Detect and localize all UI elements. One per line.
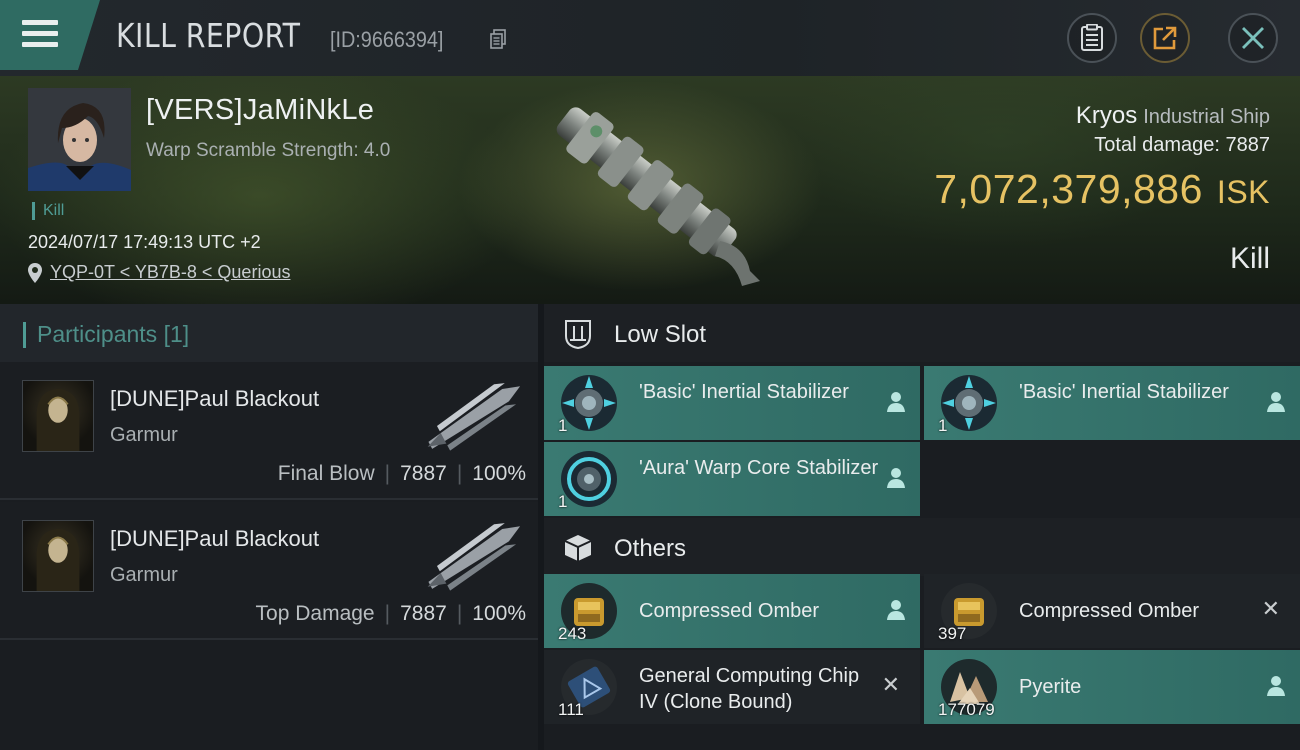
item-name: Compressed Omber	[1019, 600, 1200, 622]
copy-icon[interactable]	[490, 29, 506, 49]
others-header: Others	[544, 518, 1300, 576]
warp-scramble-strength: Warp Scramble Strength: 4.0	[146, 140, 391, 161]
participant-row[interactable]: [DUNE]Paul Blackout Garmur Top Damage | …	[0, 502, 538, 640]
location-pin-icon	[28, 262, 42, 283]
kill-type-tag: Kill	[32, 202, 64, 220]
destroyed-x-icon: ✕	[1261, 597, 1280, 622]
cube-icon	[564, 535, 592, 561]
header-accent-bar	[23, 322, 26, 348]
others-title: Others	[614, 535, 687, 562]
participant-avatar	[22, 520, 94, 592]
kill-result-label: Kill	[1229, 242, 1270, 275]
participants-count: [1]	[163, 321, 190, 347]
item-card[interactable]: 177079 Pyerite	[924, 650, 1300, 724]
participant-percent: 100%	[472, 462, 526, 485]
item-quantity: 111	[558, 700, 584, 719]
low-slot-icon	[565, 320, 591, 350]
ship-class: Industrial Ship	[1143, 106, 1270, 128]
item-quantity: 177079	[938, 700, 995, 719]
victim-ship-name[interactable]: Kryos Industrial Ship	[1076, 102, 1270, 130]
destroyed-x-icon: ✕	[881, 673, 900, 698]
participant-ship: Garmur	[110, 564, 178, 586]
close-button[interactable]	[1228, 13, 1278, 63]
item-name: Compressed Omber	[639, 600, 820, 622]
item-card[interactable]: 1 'Basic' Inertial Stabilizer	[924, 366, 1300, 440]
item-card[interactable]: 397 Compressed Omber ✕	[924, 574, 1300, 648]
kill-location-link[interactable]: YQP-0T < YB7B-8 < Querious	[28, 262, 290, 283]
participant-damage: 7887	[400, 462, 447, 485]
participant-ship-image	[427, 523, 521, 591]
clipboard-button[interactable]	[1067, 13, 1117, 63]
low-slot-header: Low Slot	[544, 304, 1300, 362]
items-panel: Low Slot 1 'Basic' Inertial Stabilizer 1…	[544, 304, 1300, 750]
page-title: KILL REPORT	[116, 16, 301, 55]
kill-summary-banner: [VERS]JaMiNkLe Warp Scramble Strength: 4…	[0, 76, 1300, 304]
item-card[interactable]: 1 'Aura' Warp Core Stabilizer	[544, 442, 920, 516]
close-icon	[1242, 27, 1264, 49]
total-damage-label: Total damage:	[1094, 134, 1220, 156]
participants-label: Participants	[37, 321, 158, 347]
item-quantity: 1	[558, 492, 568, 511]
clipboard-icon	[1081, 24, 1103, 51]
participant-name: [DUNE]Paul Blackout	[110, 526, 320, 551]
isk-unit: ISK	[1216, 174, 1270, 210]
location-text: YQP-0T < YB7B-8 < Querious	[50, 262, 291, 282]
inertial-stabilizer-icon	[941, 375, 997, 431]
stat-divider: |	[456, 602, 463, 625]
isk-value: 7,072,379,886 ISK	[934, 166, 1270, 213]
participant-role: Top Damage	[255, 602, 375, 625]
participant-ship: Garmur	[110, 424, 178, 446]
item-card[interactable]: 111 General Computing Chip IV (Clone Bou…	[544, 650, 920, 724]
victim-portrait[interactable]	[28, 88, 131, 191]
stat-divider: |	[384, 462, 391, 485]
victim-name[interactable]: [VERS]JaMiNkLe	[146, 94, 374, 127]
dropped-person-icon	[887, 392, 905, 412]
item-name: 'Basic' Inertial Stabilizer	[1019, 381, 1229, 403]
dropped-person-icon	[1267, 392, 1285, 412]
kill-datetime: 2024/07/17 17:49:13 UTC +2	[28, 232, 261, 252]
participant-row[interactable]: [DUNE]Paul Blackout Garmur Final Blow | …	[0, 362, 538, 500]
share-external-icon	[1153, 26, 1177, 50]
participants-header: Participants [1]	[0, 304, 538, 362]
item-card[interactable]: 1 'Basic' Inertial Stabilizer	[544, 366, 920, 440]
low-slot-title: Low Slot	[614, 321, 707, 348]
report-id: [ID:9666394]	[330, 27, 444, 52]
stat-divider: |	[384, 602, 391, 625]
participant-ship-image	[427, 383, 521, 451]
inertial-stabilizer-icon	[561, 375, 617, 431]
participant-role: Final Blow	[277, 462, 375, 485]
ship-type: Kryos	[1075, 102, 1138, 129]
participants-panel: Participants [1] [DUNE]Paul Blackout Gar…	[0, 304, 538, 750]
item-quantity: 1	[938, 416, 948, 435]
item-name: Pyerite	[1019, 676, 1082, 698]
warp-core-stabilizer-icon	[561, 451, 617, 507]
item-name: 'Aura' Warp Core Stabilizer	[639, 457, 879, 479]
participant-percent: 100%	[472, 602, 526, 625]
victim-ship-image	[556, 107, 760, 286]
total-damage-value: 7887	[1225, 134, 1271, 156]
top-bar: KILL REPORT [ID:9666394]	[0, 0, 1300, 76]
participant-stats: Top Damage | 7887 | 100%	[256, 602, 526, 626]
item-name: General Computing Chip IV (Clone Bound)	[639, 665, 860, 713]
dropped-person-icon	[1267, 676, 1285, 696]
item-quantity: 243	[558, 624, 587, 643]
item-name: 'Basic' Inertial Stabilizer	[639, 381, 849, 403]
participant-avatar	[22, 380, 94, 452]
participant-name: [DUNE]Paul Blackout	[110, 386, 320, 411]
dropped-person-icon	[887, 600, 905, 620]
participant-damage: 7887	[400, 602, 447, 625]
share-button[interactable]	[1140, 13, 1190, 63]
participant-stats: Final Blow | 7887 | 100%	[278, 462, 526, 486]
hamburger-menu-icon[interactable]	[22, 20, 58, 48]
dropped-person-icon	[887, 468, 905, 488]
total-damage: Total damage: 7887	[1094, 134, 1270, 157]
isk-amount: 7,072,379,886	[934, 166, 1203, 212]
item-quantity: 397	[938, 624, 967, 643]
item-card[interactable]: 243 Compressed Omber	[544, 574, 920, 648]
stat-divider: |	[456, 462, 463, 485]
participants-title: Participants [1]	[37, 321, 189, 348]
item-quantity: 1	[558, 416, 568, 435]
